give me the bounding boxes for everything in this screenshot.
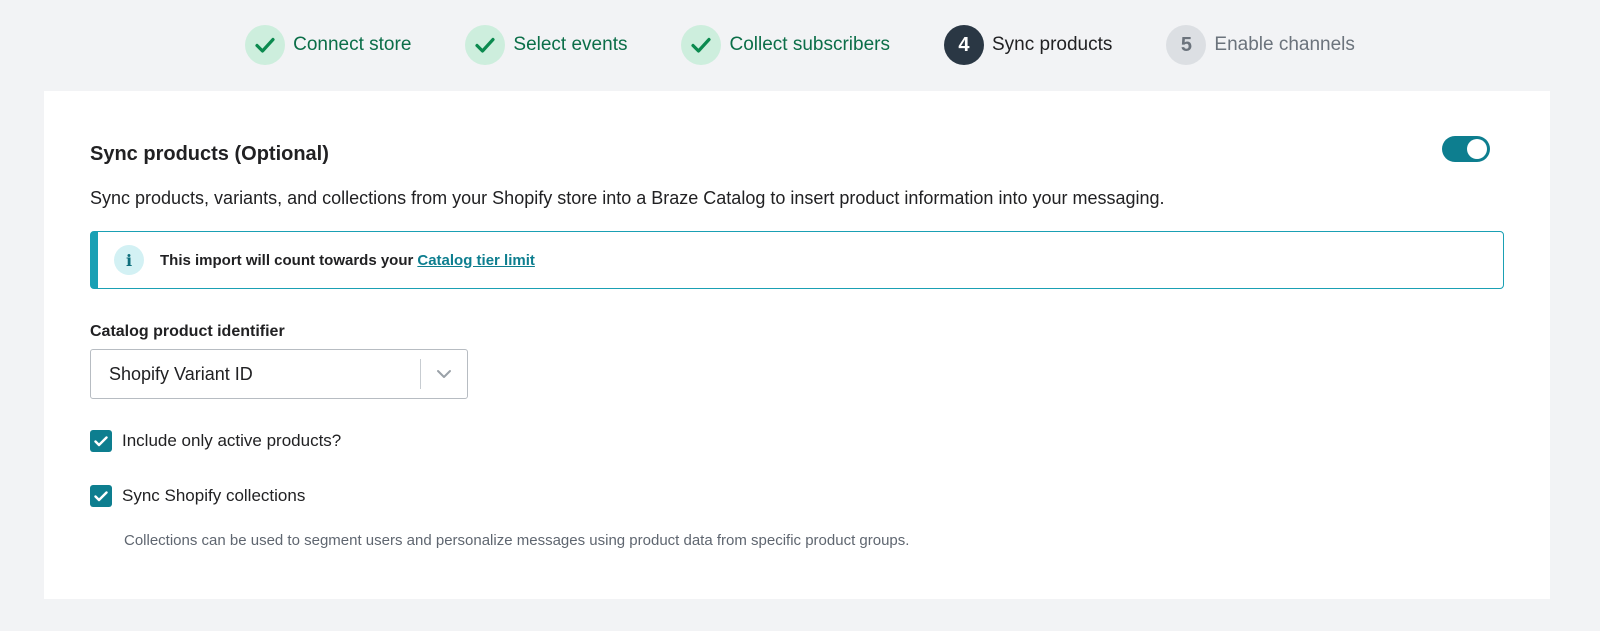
- sync-products-toggle[interactable]: [1442, 136, 1490, 162]
- check-icon: [245, 25, 286, 65]
- step-connect-store[interactable]: Connect store: [245, 25, 411, 65]
- sync-collections-checkbox[interactable]: [90, 485, 112, 507]
- active-products-option[interactable]: Include only active products?: [90, 430, 341, 452]
- section-title: Sync products (Optional): [90, 143, 329, 165]
- banner-text: This import will count towards your Catal…: [160, 252, 535, 269]
- step-label: Sync products: [991, 34, 1113, 55]
- info-banner: i This import will count towards your Cat…: [90, 231, 1504, 289]
- select-value: Shopify Variant ID: [109, 363, 253, 384]
- sync-collections-label: Sync Shopify collections: [122, 486, 306, 505]
- info-icon: i: [114, 245, 144, 275]
- sync-collections-option[interactable]: Sync Shopify collections: [90, 485, 305, 507]
- sync-products-card: Sync products (Optional) Sync products, …: [44, 91, 1550, 599]
- catalog-identifier-select[interactable]: Shopify Variant ID: [90, 349, 468, 399]
- chevron-down-icon[interactable]: [421, 369, 467, 379]
- step-sync-products[interactable]: 4 Sync products: [943, 25, 1113, 65]
- check-icon: [465, 25, 506, 65]
- collections-help-text: Collections can be used to segment users…: [124, 532, 910, 549]
- banner-message: This import will count towards your: [160, 251, 414, 269]
- toggle-knob: [1467, 139, 1487, 159]
- step-collect-subscribers[interactable]: Collect subscribers: [681, 25, 890, 65]
- step-label: Collect subscribers: [729, 34, 890, 55]
- step-label: Connect store: [293, 34, 412, 55]
- catalog-identifier-label: Catalog product identifier: [90, 323, 285, 340]
- step-enable-channels[interactable]: 5 Enable channels: [1166, 25, 1355, 65]
- step-number: 5: [1166, 25, 1207, 65]
- active-products-label: Include only active products?: [122, 431, 342, 450]
- step-label: Select events: [513, 34, 628, 55]
- catalog-tier-limit-link[interactable]: Catalog tier limit: [417, 252, 535, 269]
- step-select-events[interactable]: Select events: [465, 25, 627, 65]
- setup-stepper: Connect store Select events Collect subs…: [0, 0, 1600, 90]
- section-description: Sync products, variants, and collections…: [90, 188, 1165, 208]
- check-icon: [681, 25, 722, 65]
- step-number: 4: [943, 25, 984, 65]
- step-label: Enable channels: [1214, 34, 1355, 55]
- active-products-checkbox[interactable]: [90, 430, 112, 452]
